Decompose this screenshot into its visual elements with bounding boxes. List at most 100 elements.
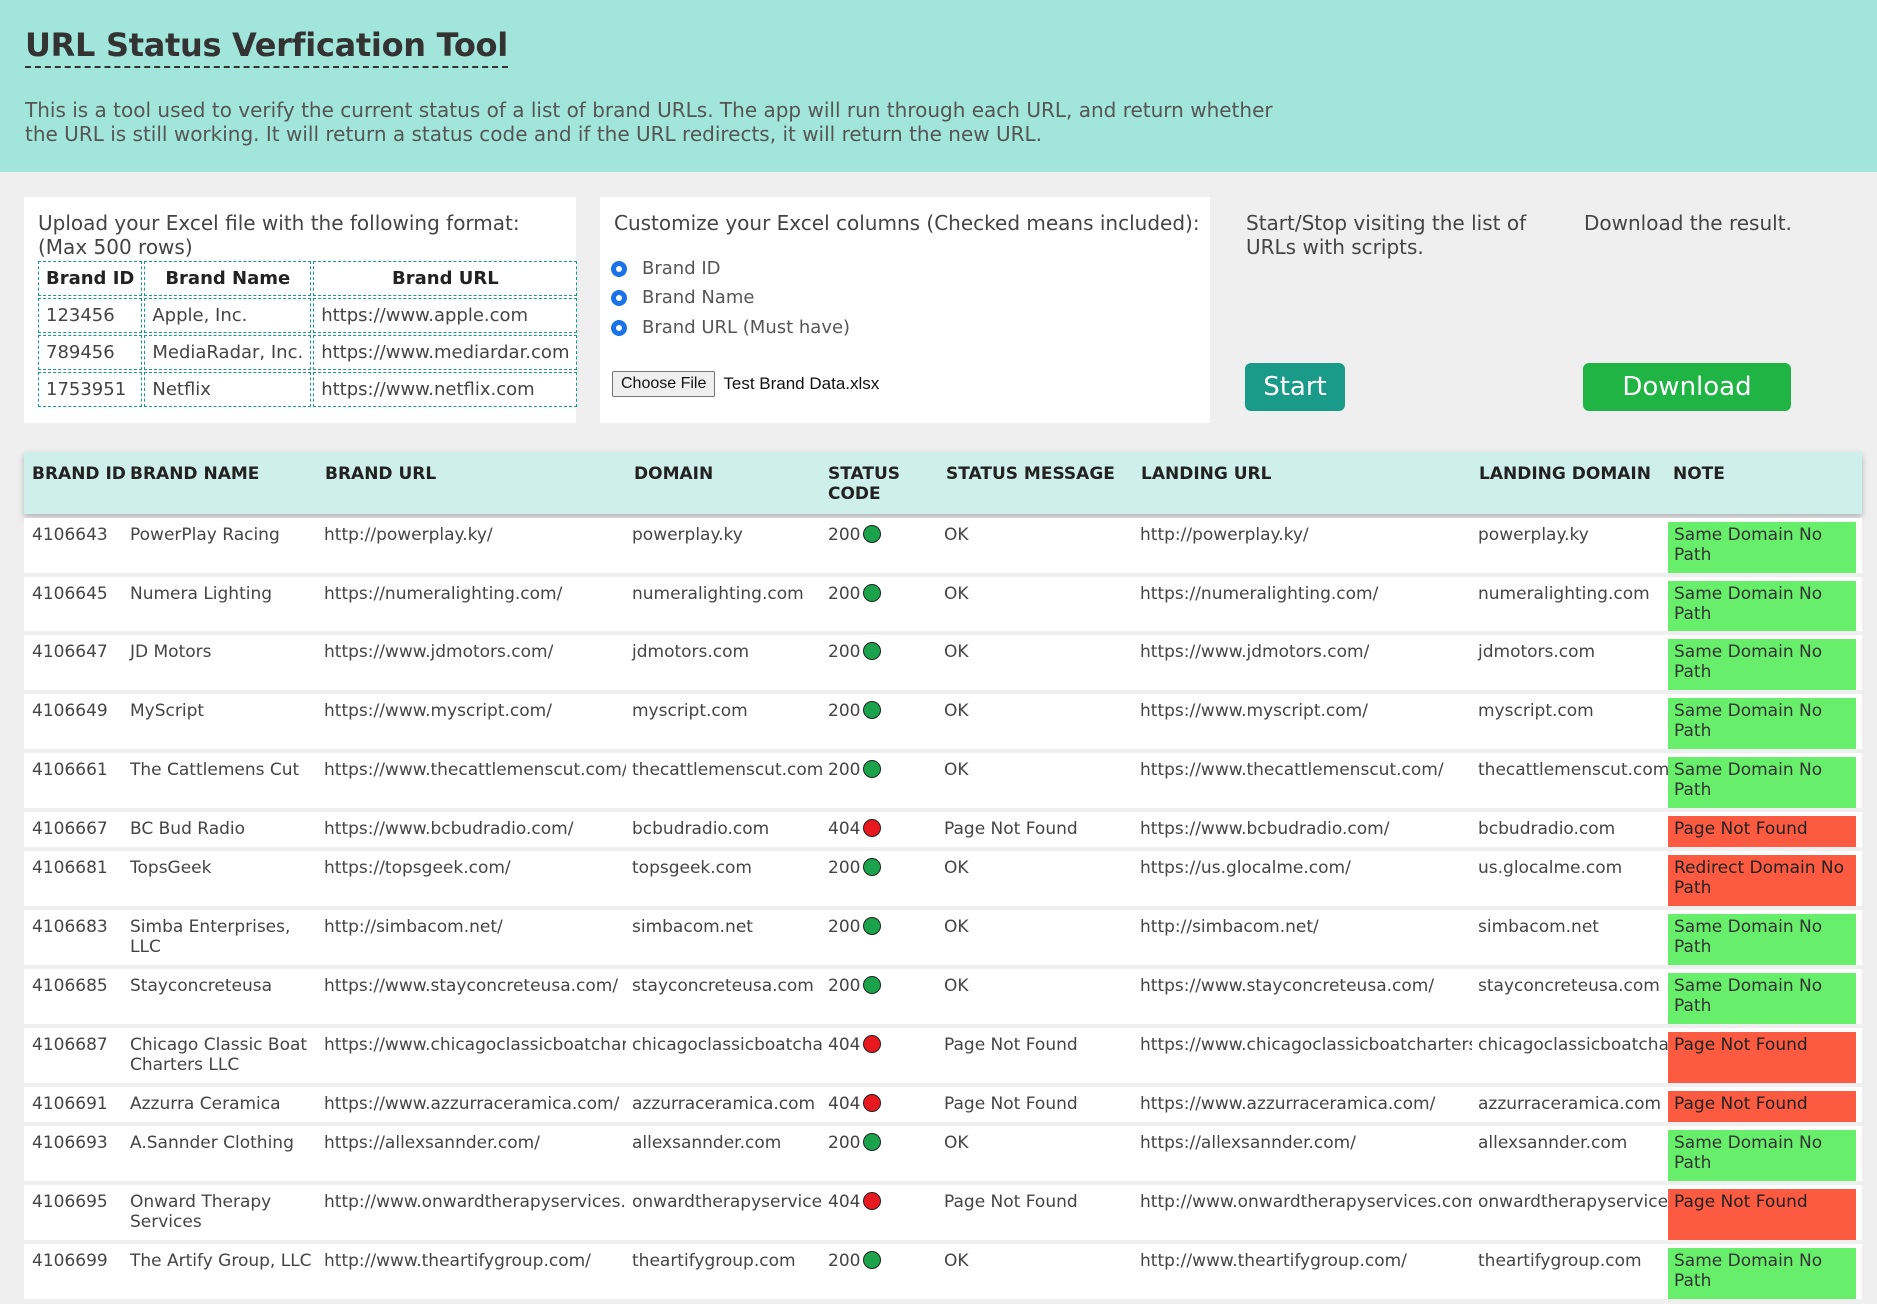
format-cell: 123456: [38, 298, 143, 333]
status-indicator-icon: [863, 1133, 882, 1151]
col-brand-id: BRAND ID: [32, 464, 126, 484]
cell-brand-name: Numera Lighting: [124, 577, 314, 631]
cell-status-code: 200: [822, 577, 932, 631]
cell-note: Same Domain No Path: [1668, 581, 1856, 631]
cell-brand-id: 4106649: [26, 694, 120, 749]
status-indicator-icon: [863, 525, 882, 543]
cell-landing-domain: jdmotors.com: [1472, 635, 1688, 690]
cell-status-message: Page Not Found: [938, 1185, 1158, 1240]
table-row: 4106661 The Cattlemens Cut https://www.the…: [24, 753, 1862, 808]
cell-note: Same Domain No Path: [1668, 973, 1856, 1024]
cell-brand-url: https://www.bcbudradio.com/: [318, 812, 646, 847]
table-row: 4106691 Azzurra Ceramica https://www.azzur…: [24, 1087, 1862, 1122]
cell-status-message: OK: [938, 1126, 1158, 1181]
table-row: 4106699 The Artify Group, LLC http://www.t…: [24, 1244, 1862, 1299]
cell-brand-id: 4106667: [26, 812, 120, 847]
cell-status-message: OK: [938, 910, 1158, 965]
cell-status-message: Page Not Found: [938, 812, 1158, 847]
cell-brand-url: https://www.stayconcreteusa.com/: [318, 969, 646, 1024]
cell-status-code: 200: [822, 910, 932, 965]
choose-file-button[interactable]: Choose File: [612, 371, 716, 397]
cell-brand-name: BC Bud Radio: [124, 812, 314, 847]
cell-landing-domain: simbacom.net: [1472, 910, 1688, 965]
results-table-header: BRAND ID BRAND NAME BRAND URL DOMAIN STA…: [24, 452, 1862, 514]
format-row: 123456 Apple, Inc. https://www.apple.com: [38, 298, 578, 333]
cell-domain: onwardtherapyservices.com: [626, 1185, 842, 1240]
cell-brand-name: JD Motors: [124, 635, 314, 690]
cell-brand-url: http://www.onwardtherapyservices.com/: [318, 1185, 646, 1240]
cell-brand-id: 4106661: [26, 753, 120, 808]
cell-note: Redirect Domain No Path: [1668, 855, 1856, 906]
table-row: 4106645 Numera Lighting https://numeraligh…: [24, 577, 1862, 631]
cell-status-message: Page Not Found: [938, 1028, 1158, 1083]
cell-brand-id: 4106695: [26, 1185, 120, 1240]
cell-note: Same Domain No Path: [1668, 639, 1856, 690]
status-indicator-icon: [863, 858, 882, 876]
download-button[interactable]: Download: [1583, 363, 1791, 411]
format-cell: 1753951: [38, 372, 143, 407]
cell-note: Same Domain No Path: [1668, 698, 1856, 749]
cell-brand-id: 4106647: [26, 635, 120, 690]
cell-brand-url: https://www.thecattlemenscut.com/: [318, 753, 646, 808]
cell-landing-domain: allexsannder.com: [1472, 1126, 1688, 1181]
cell-brand-id: 4106693: [26, 1126, 120, 1181]
format-cell: 789456: [38, 335, 143, 370]
start-description: Start/Stop visiting the list of URLs wit…: [1246, 211, 1527, 259]
cell-status-message: OK: [938, 969, 1158, 1024]
cell-brand-url: https://www.myscript.com/: [318, 694, 646, 749]
cell-landing-domain: myscript.com: [1472, 694, 1688, 749]
cell-landing-url: https://allexsannder.com/: [1134, 1126, 1496, 1181]
cell-brand-id: 4106685: [26, 969, 120, 1024]
option-brand-url[interactable]: Brand URL (Must have): [612, 317, 850, 338]
cell-landing-url: https://www.azzurraceramica.com/: [1134, 1087, 1496, 1122]
cell-brand-name: The Cattlemens Cut: [124, 753, 314, 808]
cell-domain: numeralighting.com: [626, 577, 842, 631]
cell-note: Page Not Found: [1668, 1032, 1856, 1083]
col-note: NOTE: [1673, 464, 1725, 484]
cell-domain: thecattlemenscut.com: [626, 753, 842, 808]
option-brand-name[interactable]: Brand Name: [612, 287, 754, 308]
status-indicator-icon: [863, 1192, 882, 1210]
cell-brand-name: TopsGeek: [124, 851, 314, 906]
cell-status-message: OK: [938, 635, 1158, 690]
cell-landing-domain: us.glocalme.com: [1472, 851, 1688, 906]
cell-brand-name: PowerPlay Racing: [124, 518, 314, 573]
option-brand-id[interactable]: Brand ID: [612, 258, 721, 279]
radio-checked-icon[interactable]: [612, 320, 626, 335]
cell-brand-id: 4106683: [26, 910, 120, 965]
col-domain: DOMAIN: [634, 464, 714, 484]
page-title: URL Status Verfication Tool: [25, 26, 508, 68]
cell-status-message: OK: [938, 518, 1158, 573]
status-code-value: 200: [828, 701, 861, 721]
cell-brand-id: 4106643: [26, 518, 120, 573]
format-cell: Apple, Inc.: [144, 298, 312, 333]
cell-landing-domain: onwardtherapyservices.com: [1472, 1185, 1688, 1240]
radio-checked-icon[interactable]: [612, 261, 626, 276]
radio-checked-icon[interactable]: [612, 290, 626, 305]
cell-landing-url: http://www.theartifygroup.com/: [1134, 1244, 1496, 1299]
status-code-value: 200: [828, 642, 861, 662]
table-row: 4106649 MyScript https://www.myscript.com/…: [24, 694, 1862, 749]
cell-domain: bcbudradio.com: [626, 812, 842, 847]
cell-brand-url: https://www.azzurraceramica.com/: [318, 1087, 646, 1122]
cell-brand-id: 4106699: [26, 1244, 120, 1299]
format-cell: https://www.mediardar.com: [313, 335, 578, 370]
start-button[interactable]: Start: [1245, 363, 1345, 411]
upload-panel: Upload your Excel file with the followin…: [24, 197, 578, 423]
status-code-value: 200: [828, 1133, 861, 1153]
status-code-value: 200: [828, 760, 861, 780]
page-description: This is a tool used to verify the curren…: [25, 98, 1273, 146]
cell-landing-domain: stayconcreteusa.com: [1472, 969, 1688, 1024]
table-row: 4106643 PowerPlay Racing http://powerplay.…: [24, 518, 1862, 573]
cell-brand-url: http://powerplay.ky/: [318, 518, 646, 573]
cell-brand-url: http://simbacom.net/: [318, 910, 646, 965]
file-input[interactable]: Choose File Test Brand Data.xlsx: [612, 371, 879, 397]
col-brand-url: BRAND URL: [325, 464, 437, 484]
status-indicator-icon: [863, 642, 882, 660]
cell-brand-name: Simba Enterprises, LLC: [124, 910, 314, 965]
cell-brand-name: Onward Therapy Services: [124, 1185, 314, 1240]
cell-brand-url: https://numeralighting.com/: [318, 577, 646, 631]
col-landing-url: LANDING URL: [1141, 464, 1272, 484]
cell-brand-name: Stayconcreteusa: [124, 969, 314, 1024]
cell-note: Page Not Found: [1668, 1189, 1856, 1240]
